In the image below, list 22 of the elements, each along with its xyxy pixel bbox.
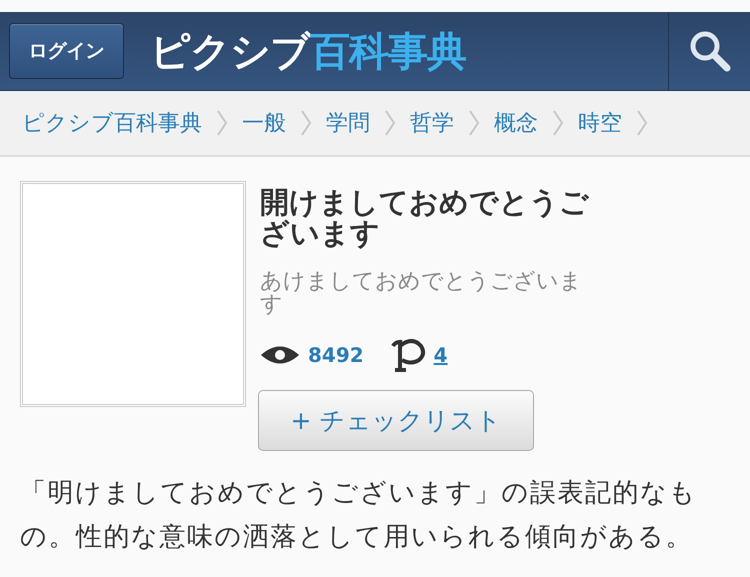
breadcrumb-link[interactable]: 一般: [242, 108, 286, 138]
breadcrumb-link[interactable]: 概念: [494, 108, 538, 138]
breadcrumb-link[interactable]: 哲学: [410, 108, 454, 138]
chevron-icon: [384, 110, 396, 136]
chevron-icon: [216, 110, 228, 136]
breadcrumb-link[interactable]: 時空: [578, 108, 622, 138]
view-count: 8492: [308, 342, 364, 367]
eye-icon: [260, 344, 300, 366]
breadcrumb-link[interactable]: ピクシブ百科事典: [22, 108, 202, 138]
chevron-icon: [468, 110, 480, 136]
pixiv-p-icon: [390, 338, 426, 372]
breadcrumb-link[interactable]: 学問: [326, 108, 370, 138]
chevron-icon: [552, 110, 564, 136]
site-logo[interactable]: ピクシブ百科事典: [150, 12, 466, 90]
description-text: 「明けましておめでとうございます」の誤表記的なもの。性的な意味の洒落として用いられる傾向がある。: [20, 476, 698, 554]
article-title: 開けましておめでとうございます: [260, 187, 590, 250]
post-count-link[interactable]: 4: [434, 342, 448, 367]
checklist-button[interactable]: + チェックリスト: [258, 390, 534, 451]
chevron-icon: [636, 110, 648, 136]
reading-text: あけましておめでとうございます: [260, 270, 583, 316]
login-button[interactable]: ログイン: [9, 23, 124, 79]
chevron-icon: [300, 110, 312, 136]
